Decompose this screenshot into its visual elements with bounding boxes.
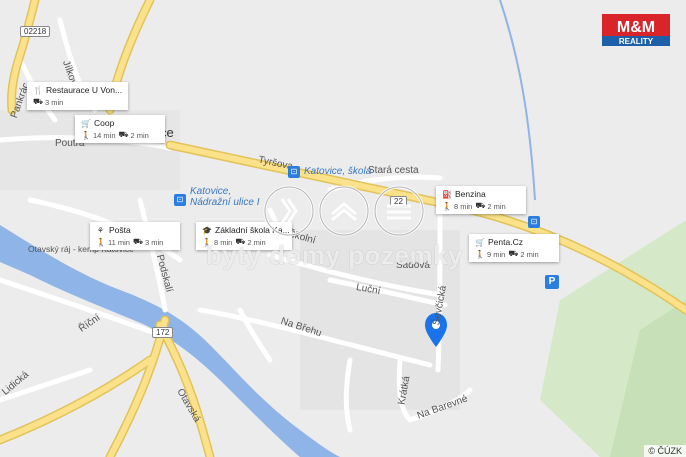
poi-card-benzina[interactable]: ⛽ Benzina 🚶 8 min ⛟ 2 min	[436, 186, 526, 214]
walk-icon: 🚶	[96, 237, 106, 247]
walk-icon: 🚶	[81, 130, 91, 140]
car-icon: ⛟	[33, 97, 44, 106]
car-icon: ⛟	[475, 201, 486, 210]
map-attribution: © ČÚZK	[644, 445, 686, 457]
car-icon: ⛟	[508, 249, 519, 258]
poi-walk-time: 14 min	[93, 130, 116, 140]
walk-icon: 🚶	[442, 201, 452, 211]
poi-card-posta[interactable]: ⚘ Pošta 🚶 11 min ⛟ 3 min	[90, 222, 180, 250]
poi-walk-time: 11 min	[108, 237, 130, 247]
poi-name: Restaurace U Von...	[46, 85, 123, 95]
bus-stop-icon: ⊡	[174, 194, 186, 206]
walk-icon: 🚶	[475, 249, 485, 259]
poi-drive-time: 2 min	[520, 249, 539, 259]
poi-card-coop[interactable]: 🛒 Coop 🚶 14 min ⛟ 2 min	[75, 115, 165, 143]
shopping-cart-icon: 🛒	[475, 237, 485, 247]
road-shield: 02218	[20, 26, 51, 37]
car-icon: ⛟	[132, 237, 144, 246]
map-canvas[interactable]: 02218 22 172 Pankrác Jílková Tyršova Sta…	[0, 0, 686, 457]
watermark-text: byty domy pozemky	[206, 240, 464, 270]
shopping-cart-icon: 🛒	[81, 118, 91, 128]
bus-stop-icon: ⊡	[288, 166, 300, 178]
place-label-bus-stop: Katovice, škola	[304, 166, 372, 177]
parking-icon: P	[545, 275, 559, 289]
poi-name: Benzina	[455, 189, 486, 199]
post-office-icon: ⚘	[96, 225, 105, 235]
svg-text:REALITY: REALITY	[619, 37, 654, 46]
poi-drive-time: 2 min	[487, 201, 506, 211]
school-icon: 🎓	[202, 225, 212, 235]
poi-card-restaurace[interactable]: 🍴 Restaurace U Von... ⛟ 3 min	[27, 82, 129, 110]
poi-drive-time: 3 min	[144, 237, 164, 247]
place-label-bus-stop: Katovice, Nádražní ulice I	[190, 186, 260, 208]
brand-logo: M&M REALITY	[602, 14, 670, 46]
mm-reality-logo-icon: M&M REALITY	[602, 14, 670, 46]
poi-name: Pošta	[109, 225, 131, 235]
poi-drive-time: 2 min	[130, 130, 149, 140]
street-label: Stará cesta	[368, 165, 419, 176]
restaurant-icon: 🍴	[33, 85, 43, 95]
car-icon: ⛟	[118, 130, 129, 139]
bus-stop-icon: ⊡	[528, 216, 540, 228]
svg-text:M&M: M&M	[617, 19, 655, 36]
gas-station-icon: ⛽	[442, 189, 452, 199]
poi-name: Penta.Cz	[488, 237, 523, 247]
road-shield: 172	[152, 327, 174, 338]
poi-walk-time: 8 min	[454, 201, 473, 211]
poi-walk-time: 9 min	[487, 249, 506, 259]
watermark-logo-icon	[263, 185, 425, 237]
poi-name: Coop	[94, 118, 115, 128]
poi-card-penta[interactable]: 🛒 Penta.Cz 🚶 9 min ⛟ 2 min	[469, 234, 559, 262]
poi-drive-time: 3 min	[45, 97, 64, 107]
